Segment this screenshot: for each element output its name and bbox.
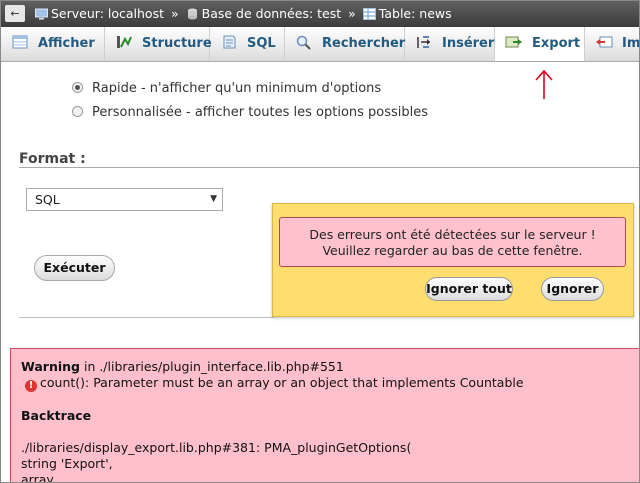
database-icon (187, 8, 197, 20)
format-divider (19, 167, 639, 168)
annotation-arrow-icon (535, 69, 553, 99)
format-select[interactable]: SQL ▼ (26, 188, 223, 211)
breadcrumb-database[interactable]: Base de données: test (186, 6, 341, 21)
tab-sql[interactable]: SQL (210, 27, 285, 60)
back-arrow-icon[interactable]: ← (5, 5, 25, 22)
warning-header: Warning in ./libraries/plugin_interface.… (21, 359, 639, 375)
export-icon (505, 36, 522, 48)
warning-title: Warning (21, 359, 80, 374)
tab-search[interactable]: Rechercher (285, 27, 405, 60)
tab-export[interactable]: Export (495, 27, 585, 61)
tab-browse[interactable]: Afficher (1, 27, 105, 60)
breadcrumb: Serveur: localhost » Base de données: te… (35, 6, 452, 21)
tab-insert[interactable]: Insérer (405, 27, 495, 60)
warning-message-row: ! count(): Parameter must be an array or … (21, 375, 639, 392)
radio-quick[interactable] (72, 82, 83, 93)
browser-window: ← Serveur: localhost » Base de données: … (0, 0, 640, 483)
backtrace-heading: Backtrace (21, 408, 92, 423)
breadcrumb-server[interactable]: Serveur: localhost (35, 6, 164, 21)
import-icon (596, 36, 613, 48)
ignore-all-button[interactable]: Ignorer tout (425, 277, 513, 301)
warning-location: in ./libraries/plugin_interface.lib.php#… (83, 359, 344, 374)
breadcrumb-bar: ← Serveur: localhost » Base de données: … (1, 1, 639, 27)
php-warning-box: Warning in ./libraries/plugin_interface.… (10, 348, 639, 483)
breadcrumb-separator: » (170, 6, 179, 21)
table-icon (362, 8, 376, 20)
tab-bar: Afficher Structure SQL Rechercher Insére… (1, 27, 639, 62)
chevron-down-icon: ▼ (210, 194, 217, 204)
format-select-value: SQL (35, 192, 60, 207)
error-notification-popup: Des erreurs ont été détectées sur le ser… (272, 203, 634, 317)
backtrace-line: ./libraries/display_export.lib.php#381: … (21, 440, 412, 455)
insert-icon (417, 36, 430, 48)
browse-icon (12, 35, 28, 49)
tab-import[interactable]: Im (585, 27, 639, 60)
backtrace-line: array, (21, 472, 58, 483)
sql-icon (223, 35, 236, 49)
breadcrumb-separator: » (348, 6, 356, 21)
tab-structure[interactable]: Structure (105, 27, 212, 60)
structure-icon (117, 36, 132, 48)
ignore-button[interactable]: Ignorer (541, 277, 604, 301)
error-notification-message: Des erreurs ont été détectées sur le ser… (279, 217, 626, 267)
section-divider (19, 317, 274, 318)
backtrace-line: string 'Export', (21, 456, 113, 471)
format-heading: Format : (19, 151, 86, 167)
execute-button[interactable]: Exécuter (34, 255, 115, 281)
breadcrumb-table[interactable]: Table: news (362, 6, 452, 21)
server-icon (35, 8, 48, 20)
export-method-custom[interactable]: Personnalisée - afficher toutes les opti… (72, 105, 428, 120)
search-icon (296, 35, 311, 50)
error-icon: ! (25, 380, 37, 392)
export-method-quick[interactable]: Rapide - n'afficher qu'un minimum d'opti… (72, 81, 381, 96)
radio-custom[interactable] (72, 106, 83, 117)
warning-message: count(): Parameter must be an array or a… (40, 375, 524, 390)
